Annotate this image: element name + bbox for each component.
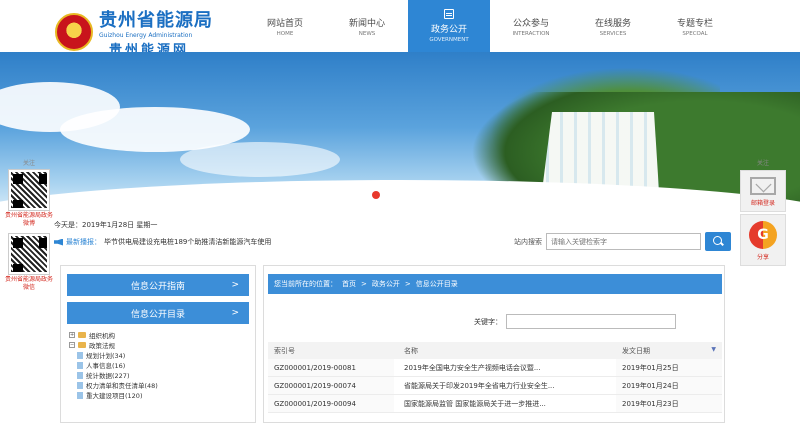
- breadcrumb: 您当前所在的位置： 首页 > 政务公开 > 信息公开目录: [268, 274, 722, 294]
- catalog-content: 您当前所在的位置： 首页 > 政务公开 > 信息公开目录 关键字： 索引号 名称…: [263, 265, 725, 423]
- qr-label[interactable]: 贵州省能源局政务微信: [5, 276, 53, 292]
- follow-header: 关注: [756, 160, 769, 167]
- nav-services[interactable]: 在线服务 SERVICES: [572, 0, 654, 52]
- document-icon: [77, 391, 83, 399]
- date-text: 今天是：2019年1月28日 星期一: [54, 221, 158, 229]
- chevron-right-icon: >: [231, 280, 239, 290]
- nav-special[interactable]: 专题专栏 SPECOAL: [654, 0, 736, 52]
- carousel-dots: [372, 191, 408, 199]
- search-icon[interactable]: [705, 232, 731, 251]
- catalog-sidebar: 信息公开指南 > 信息公开目录 > + 组织机构 − 政策法规 规划计划(34) 人事信…: [60, 265, 256, 423]
- column-header[interactable]: 索引号: [268, 346, 394, 356]
- table-row[interactable]: GZ000001/2019-00081 2019年全国电力安全生产视频电话会议暨…: [268, 359, 722, 377]
- site-search: 站内搜索: [514, 232, 731, 251]
- doc-title-link[interactable]: 2019年全国电力安全生产视频电话会议暨...: [394, 363, 616, 373]
- search-input[interactable]: [546, 233, 701, 250]
- mail-icon: [750, 177, 776, 195]
- search-label: 站内搜索: [514, 237, 542, 246]
- tree-item[interactable]: − 政策法规: [69, 340, 249, 350]
- logo-en: Guizhou Energy Administration: [99, 32, 193, 39]
- breadcrumb-home[interactable]: 首页: [342, 279, 356, 289]
- qr-code-icon: [8, 169, 50, 211]
- national-emblem-icon: [55, 13, 93, 51]
- table-row[interactable]: GZ000001/2019-00094 国家能源局监管 国家能源局关于进一步推进…: [268, 395, 722, 413]
- document-icon: [77, 381, 83, 389]
- share-logo-icon: [749, 221, 777, 249]
- document-icon: [77, 351, 83, 359]
- tree-item[interactable]: 统计数据(227): [69, 370, 249, 380]
- mail-login-button[interactable]: 邮箱登录: [740, 170, 786, 212]
- table-header: 索引号 名称 发文日期 ▼: [268, 342, 722, 359]
- qr-label[interactable]: 贵州省能源局政务微博: [5, 212, 53, 228]
- news-ticker: 最新播报： 毕节供电局建设充电桩189个助推清洁新能源汽车使用: [54, 237, 271, 247]
- keyword-filter: 关键字：: [474, 314, 676, 329]
- document-icon: [77, 361, 83, 369]
- hero-banner: [0, 52, 800, 220]
- carousel-dot[interactable]: [386, 191, 394, 199]
- doc-title-link[interactable]: 省能源局关于印发2019年全省电力行业安全生...: [394, 381, 616, 391]
- nav-interaction[interactable]: 公众参与 INTERACTION: [490, 0, 572, 52]
- cloud-graphic: [180, 142, 340, 177]
- ticker-label: 最新播报：: [66, 238, 101, 246]
- follow-header: 关注: [22, 160, 35, 167]
- main-nav: 网站首页 HOME 新闻中心 NEWS 政务公开 GOVERNMENT 公众参与 INT…: [244, 0, 736, 52]
- keyword-label: 关键字：: [474, 317, 502, 326]
- nav-government[interactable]: 政务公开 GOVERNMENT: [408, 0, 490, 52]
- carousel-dot[interactable]: [372, 191, 380, 199]
- guide-button[interactable]: 信息公开指南 >: [67, 274, 249, 296]
- table-row[interactable]: GZ000001/2019-00074 省能源局关于印发2019年全省电力行业安…: [268, 377, 722, 395]
- chevron-right-icon: >: [231, 308, 239, 318]
- expand-icon[interactable]: +: [69, 332, 75, 338]
- expand-icon[interactable]: −: [69, 342, 75, 348]
- keyword-input[interactable]: [506, 314, 676, 329]
- speaker-icon: [54, 238, 63, 246]
- site-logo[interactable]: 贵州省能源局 Guizhou Energy Administration 贵州能…: [55, 6, 213, 58]
- folder-icon: [78, 332, 86, 338]
- breadcrumb-catalog[interactable]: 信息公开目录: [416, 279, 458, 289]
- document-table: 索引号 名称 发文日期 ▼ GZ000001/2019-00081 2019年全国…: [268, 342, 722, 413]
- carousel-dot[interactable]: [400, 191, 408, 199]
- nav-home[interactable]: 网站首页 HOME: [244, 0, 326, 52]
- site-header: 贵州省能源局 Guizhou Energy Administration 贵州能…: [0, 0, 800, 58]
- qr-code-icon: [8, 233, 50, 275]
- tree-item[interactable]: 人事信息(16): [69, 360, 249, 370]
- tree-item[interactable]: + 组织机构: [69, 330, 249, 340]
- column-header[interactable]: 发文日期 ▼: [616, 346, 722, 356]
- document-icon: [77, 371, 83, 379]
- folder-icon: [78, 342, 86, 348]
- document-icon: [444, 9, 454, 19]
- breadcrumb-government[interactable]: 政务公开: [372, 279, 400, 289]
- left-follow-panel: 关注 贵州省能源局政务微博 贵州省能源局政务微信: [5, 158, 53, 298]
- ticker-text[interactable]: 毕节供电局建设充电桩189个助推清洁新能源汽车使用: [104, 237, 271, 247]
- right-follow-panel: 关注 邮箱登录 分享: [740, 158, 786, 268]
- catalog-tree: + 组织机构 − 政策法规 规划计划(34) 人事信息(16) 统计数据(227) …: [69, 330, 249, 400]
- share-button[interactable]: 分享: [740, 214, 786, 266]
- column-header[interactable]: 名称: [394, 346, 616, 356]
- sort-down-icon[interactable]: ▼: [711, 346, 716, 356]
- logo-title: 贵州省能源局: [99, 10, 213, 31]
- catalog-button[interactable]: 信息公开目录 >: [67, 302, 249, 324]
- tree-item[interactable]: 重大建设项目(120): [69, 390, 249, 400]
- nav-news[interactable]: 新闻中心 NEWS: [326, 0, 408, 52]
- tree-item[interactable]: 权力清单和责任清单(48): [69, 380, 249, 390]
- tree-item[interactable]: 规划计划(34): [69, 350, 249, 360]
- doc-title-link[interactable]: 国家能源局监管 国家能源局关于进一步推进...: [394, 399, 616, 409]
